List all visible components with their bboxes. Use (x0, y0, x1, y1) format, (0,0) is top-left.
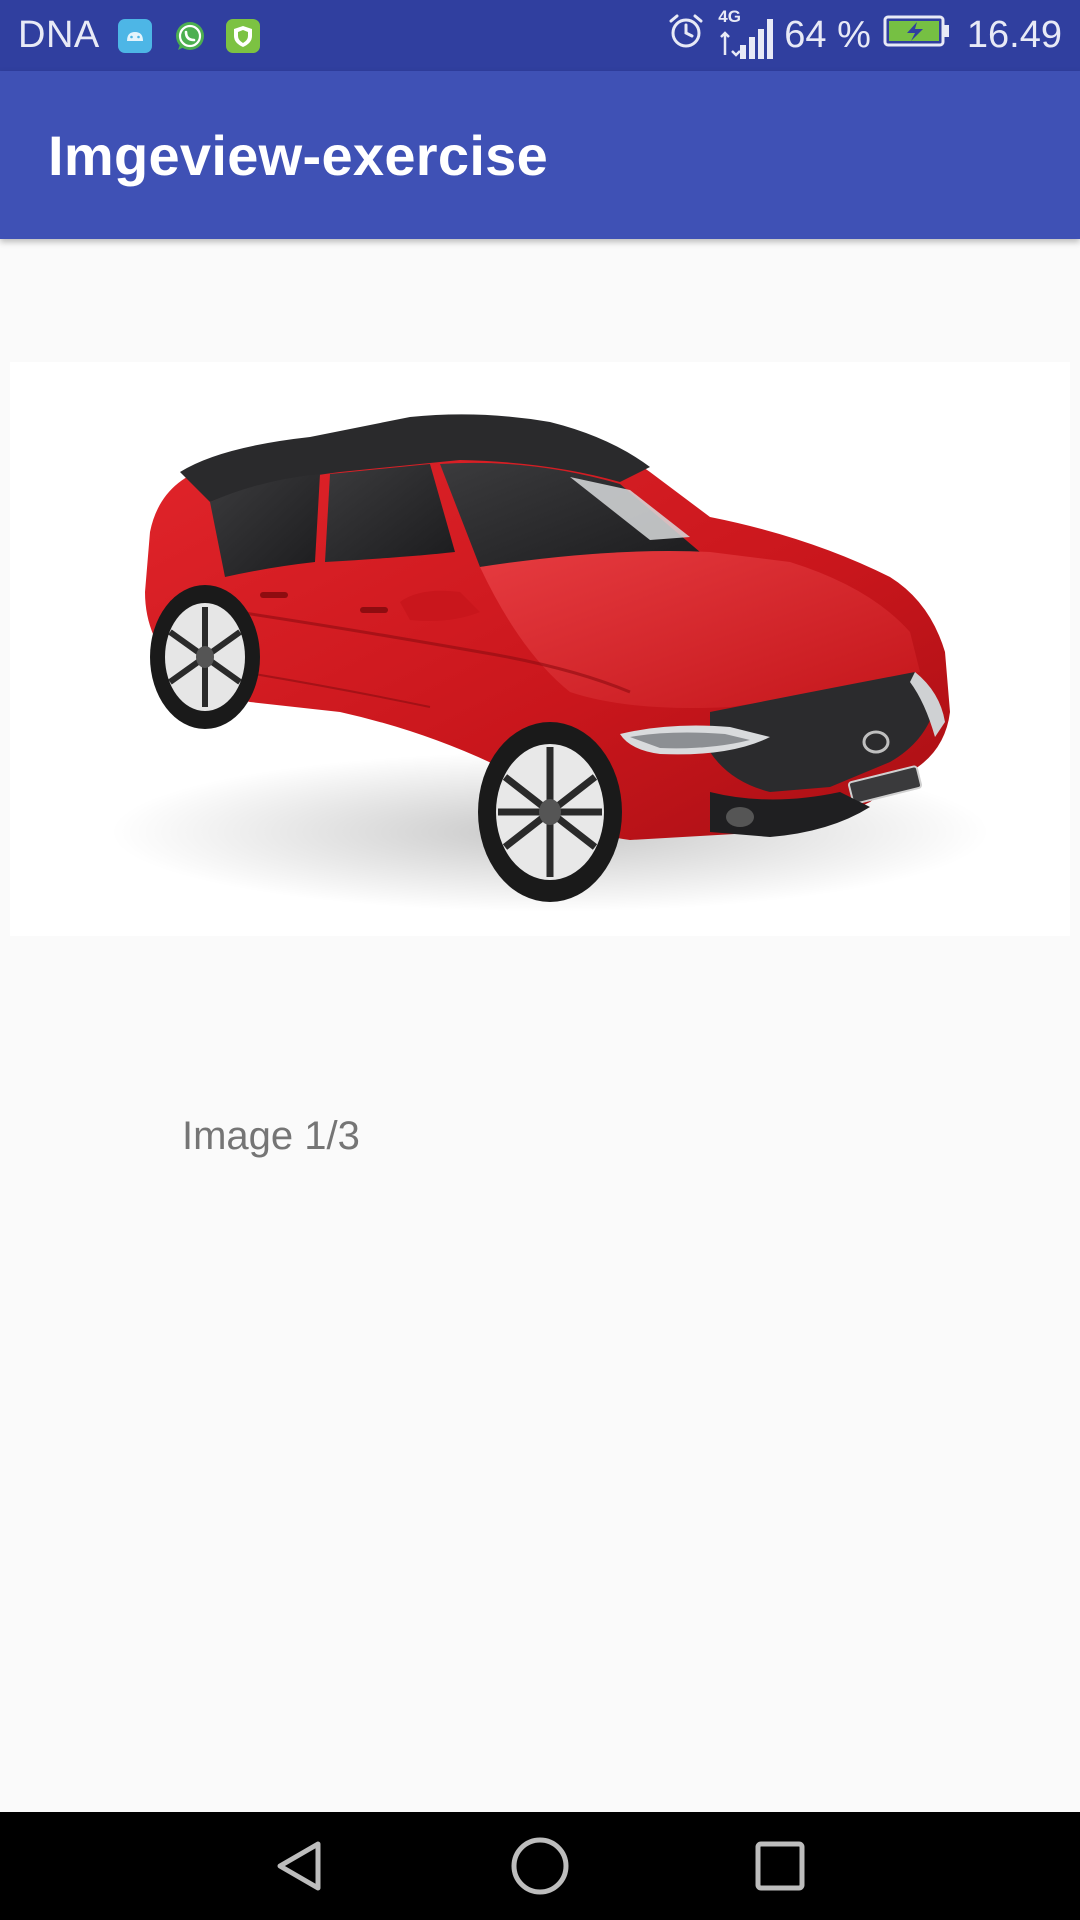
shield-app-icon (225, 18, 260, 53)
signal-bars-icon: 4G (718, 7, 774, 61)
android-app-icon (117, 18, 152, 53)
image-counter: Image 1/3 (182, 1114, 360, 1158)
clock: 16.49 (966, 14, 1062, 56)
back-triangle-icon (277, 1841, 321, 1891)
car-image (110, 414, 990, 912)
status-left: DNA (18, 14, 280, 57)
recents-button[interactable] (700, 1812, 860, 1920)
status-right: 4G 64 % 16.49 (654, 7, 1062, 61)
home-button[interactable] (460, 1812, 620, 1920)
app-title: Imgeview-exercise (48, 123, 549, 187)
navigation-bar (0, 1812, 1080, 1920)
screen: DNA 4G 64 % 16.49 Imgeview-exercise Imag… (0, 0, 1080, 1920)
home-circle-icon (511, 1837, 569, 1895)
back-button[interactable] (220, 1812, 380, 1920)
battery-percent: 64 % (784, 14, 871, 56)
whatsapp-icon (172, 19, 206, 53)
image-view[interactable] (10, 362, 1070, 936)
status-bar: DNA 4G 64 % 16.49 (0, 0, 1080, 71)
battery-charging-icon (883, 14, 951, 58)
carrier-name: DNA (18, 14, 100, 56)
app-bar: Imgeview-exercise (0, 71, 1080, 239)
recents-square-icon (755, 1841, 805, 1891)
alarm-clock-icon (666, 11, 706, 61)
